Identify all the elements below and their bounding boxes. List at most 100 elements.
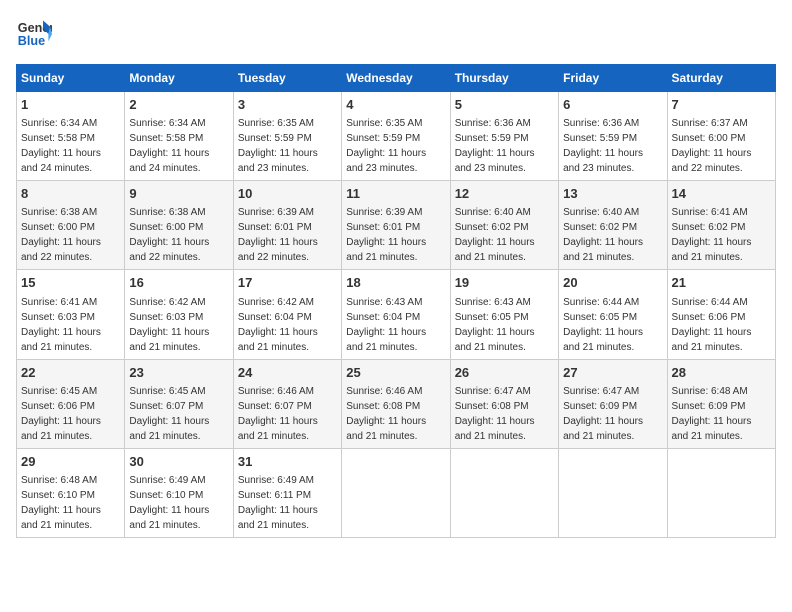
day-number: 13: [563, 185, 662, 203]
day-header-row: SundayMondayTuesdayWednesdayThursdayFrid…: [17, 65, 776, 92]
day-info: Sunrise: 6:45 AM Sunset: 6:06 PM Dayligh…: [21, 384, 120, 444]
day-info: Sunrise: 6:46 AM Sunset: 6:07 PM Dayligh…: [238, 384, 337, 444]
day-number: 11: [346, 185, 445, 203]
day-info: Sunrise: 6:35 AM Sunset: 5:59 PM Dayligh…: [238, 116, 337, 176]
day-number: 29: [21, 453, 120, 471]
logo-icon: General Blue: [16, 16, 52, 52]
calendar-cell: 30Sunrise: 6:49 AM Sunset: 6:10 PM Dayli…: [125, 448, 233, 537]
calendar-cell: 26 Sunrise: 6:47 AM Sunset: 6:08 PM Dayli…: [450, 359, 558, 448]
day-header-friday: Friday: [559, 65, 667, 92]
calendar-table: SundayMondayTuesdayWednesdayThursdayFrid…: [16, 64, 776, 538]
page-header: General Blue: [16, 16, 776, 52]
calendar-cell: 17 Sunrise: 6:42 AM Sunset: 6:04 PM Dayli…: [233, 270, 341, 359]
day-number: 25: [346, 364, 445, 382]
day-number: 26: [455, 364, 554, 382]
day-number: 14: [672, 185, 771, 203]
day-number: 20: [563, 274, 662, 292]
logo: General Blue: [16, 16, 52, 52]
day-number: 28: [672, 364, 771, 382]
day-number: 16: [129, 274, 228, 292]
day-number: 21: [672, 274, 771, 292]
day-info: Sunrise: 6:40 AM Sunset: 6:02 PM Dayligh…: [563, 205, 662, 265]
day-number: 8: [21, 185, 120, 203]
day-number: 31: [238, 453, 337, 471]
day-number: 15: [21, 274, 120, 292]
calendar-cell: 3 Sunrise: 6:35 AM Sunset: 5:59 PM Daylig…: [233, 92, 341, 181]
day-header-saturday: Saturday: [667, 65, 775, 92]
day-header-sunday: Sunday: [17, 65, 125, 92]
day-number: 23: [129, 364, 228, 382]
day-info: Sunrise: 6:44 AM Sunset: 6:05 PM Dayligh…: [563, 295, 662, 355]
calendar-header: SundayMondayTuesdayWednesdayThursdayFrid…: [17, 65, 776, 92]
calendar-cell: 27 Sunrise: 6:47 AM Sunset: 6:09 PM Dayli…: [559, 359, 667, 448]
day-info: Sunrise: 6:48 AM Sunset: 6:09 PM Dayligh…: [672, 384, 771, 444]
calendar-cell: 7 Sunrise: 6:37 AM Sunset: 6:00 PM Daylig…: [667, 92, 775, 181]
calendar-cell: [667, 448, 775, 537]
day-number: 1: [21, 96, 120, 114]
day-info: Sunrise: 6:37 AM Sunset: 6:00 PM Dayligh…: [672, 116, 771, 176]
calendar-cell: 13 Sunrise: 6:40 AM Sunset: 6:02 PM Dayli…: [559, 181, 667, 270]
day-header-thursday: Thursday: [450, 65, 558, 92]
calendar-cell: 1 Sunrise: 6:34 AM Sunset: 5:58 PM Daylig…: [17, 92, 125, 181]
day-info: Sunrise: 6:39 AM Sunset: 6:01 PM Dayligh…: [238, 205, 337, 265]
day-number: 4: [346, 96, 445, 114]
day-number: 6: [563, 96, 662, 114]
day-info: Sunrise: 6:44 AM Sunset: 6:06 PM Dayligh…: [672, 295, 771, 355]
day-number: 27: [563, 364, 662, 382]
calendar-cell: 12Sunrise: 6:40 AM Sunset: 6:02 PM Dayli…: [450, 181, 558, 270]
calendar-cell: 20 Sunrise: 6:44 AM Sunset: 6:05 PM Dayli…: [559, 270, 667, 359]
day-info: Sunrise: 6:42 AM Sunset: 6:04 PM Dayligh…: [238, 295, 337, 355]
day-header-monday: Monday: [125, 65, 233, 92]
day-number: 5: [455, 96, 554, 114]
day-info: Sunrise: 6:46 AM Sunset: 6:08 PM Dayligh…: [346, 384, 445, 444]
day-number: 3: [238, 96, 337, 114]
day-header-tuesday: Tuesday: [233, 65, 341, 92]
calendar-cell: 22 Sunrise: 6:45 AM Sunset: 6:06 PM Dayli…: [17, 359, 125, 448]
calendar-cell: 23 Sunrise: 6:45 AM Sunset: 6:07 PM Dayli…: [125, 359, 233, 448]
day-info: Sunrise: 6:36 AM Sunset: 5:59 PM Dayligh…: [455, 116, 554, 176]
calendar-week-5: 29Sunrise: 6:48 AM Sunset: 6:10 PM Dayli…: [17, 448, 776, 537]
day-number: 7: [672, 96, 771, 114]
day-number: 2: [129, 96, 228, 114]
day-info: Sunrise: 6:39 AM Sunset: 6:01 PM Dayligh…: [346, 205, 445, 265]
calendar-cell: 14 Sunrise: 6:41 AM Sunset: 6:02 PM Dayli…: [667, 181, 775, 270]
day-info: Sunrise: 6:43 AM Sunset: 6:04 PM Dayligh…: [346, 295, 445, 355]
day-number: 9: [129, 185, 228, 203]
calendar-cell: 25 Sunrise: 6:46 AM Sunset: 6:08 PM Dayli…: [342, 359, 450, 448]
day-info: Sunrise: 6:43 AM Sunset: 6:05 PM Dayligh…: [455, 295, 554, 355]
calendar-cell: [559, 448, 667, 537]
day-info: Sunrise: 6:45 AM Sunset: 6:07 PM Dayligh…: [129, 384, 228, 444]
day-number: 12: [455, 185, 554, 203]
day-info: Sunrise: 6:49 AM Sunset: 6:11 PM Dayligh…: [238, 473, 337, 533]
day-number: 17: [238, 274, 337, 292]
calendar-week-4: 22 Sunrise: 6:45 AM Sunset: 6:06 PM Dayli…: [17, 359, 776, 448]
calendar-week-2: 8 Sunrise: 6:38 AM Sunset: 6:00 PM Daylig…: [17, 181, 776, 270]
day-info: Sunrise: 6:38 AM Sunset: 6:00 PM Dayligh…: [129, 205, 228, 265]
day-info: Sunrise: 6:35 AM Sunset: 5:59 PM Dayligh…: [346, 116, 445, 176]
day-info: Sunrise: 6:42 AM Sunset: 6:03 PM Dayligh…: [129, 295, 228, 355]
day-number: 10: [238, 185, 337, 203]
day-number: 30: [129, 453, 228, 471]
svg-text:Blue: Blue: [18, 34, 45, 48]
calendar-cell: 15Sunrise: 6:41 AM Sunset: 6:03 PM Dayli…: [17, 270, 125, 359]
day-info: Sunrise: 6:38 AM Sunset: 6:00 PM Dayligh…: [21, 205, 120, 265]
calendar-cell: 10 Sunrise: 6:39 AM Sunset: 6:01 PM Dayli…: [233, 181, 341, 270]
day-info: Sunrise: 6:34 AM Sunset: 5:58 PM Dayligh…: [129, 116, 228, 176]
calendar-week-3: 15Sunrise: 6:41 AM Sunset: 6:03 PM Dayli…: [17, 270, 776, 359]
day-info: Sunrise: 6:47 AM Sunset: 6:09 PM Dayligh…: [563, 384, 662, 444]
day-number: 22: [21, 364, 120, 382]
day-header-wednesday: Wednesday: [342, 65, 450, 92]
calendar-cell: 28 Sunrise: 6:48 AM Sunset: 6:09 PM Dayli…: [667, 359, 775, 448]
calendar-cell: 31 Sunrise: 6:49 AM Sunset: 6:11 PM Dayli…: [233, 448, 341, 537]
day-info: Sunrise: 6:41 AM Sunset: 6:02 PM Dayligh…: [672, 205, 771, 265]
day-info: Sunrise: 6:47 AM Sunset: 6:08 PM Dayligh…: [455, 384, 554, 444]
calendar-cell: 6 Sunrise: 6:36 AM Sunset: 5:59 PM Daylig…: [559, 92, 667, 181]
calendar-cell: 5 Sunrise: 6:36 AM Sunset: 5:59 PM Daylig…: [450, 92, 558, 181]
calendar-cell: 4 Sunrise: 6:35 AM Sunset: 5:59 PM Daylig…: [342, 92, 450, 181]
calendar-cell: 21 Sunrise: 6:44 AM Sunset: 6:06 PM Dayli…: [667, 270, 775, 359]
calendar-cell: 18Sunrise: 6:43 AM Sunset: 6:04 PM Dayli…: [342, 270, 450, 359]
day-info: Sunrise: 6:34 AM Sunset: 5:58 PM Dayligh…: [21, 116, 120, 176]
day-info: Sunrise: 6:36 AM Sunset: 5:59 PM Dayligh…: [563, 116, 662, 176]
calendar-cell: 19Sunrise: 6:43 AM Sunset: 6:05 PM Dayli…: [450, 270, 558, 359]
calendar-body: 1 Sunrise: 6:34 AM Sunset: 5:58 PM Daylig…: [17, 92, 776, 538]
